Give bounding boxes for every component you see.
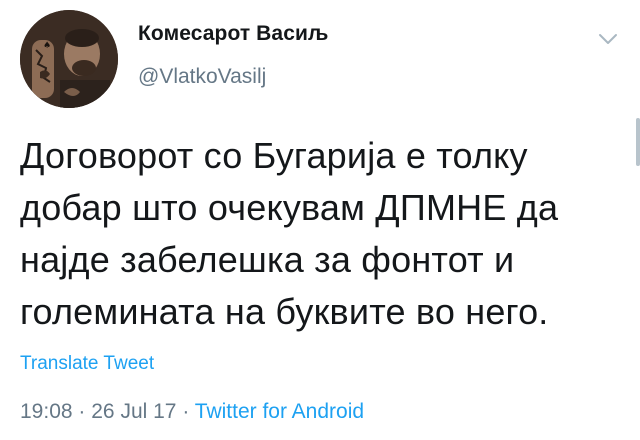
tweet-meta: 19:08 · 26 Jul 17 · Twitter for Android — [20, 400, 364, 424]
scrollbar[interactable] — [636, 118, 640, 166]
tweet-source-link[interactable]: Twitter for Android — [195, 400, 364, 423]
tweet-menu-button[interactable] — [597, 32, 619, 46]
tweet-text: Договорот со Бугарија е толку добар што … — [20, 135, 559, 332]
svg-text:♠: ♠ — [43, 41, 51, 51]
avatar[interactable]: ♠ — [20, 10, 118, 108]
tweet-card: ♠ Комесарот Васиљ @VlatkoVasilj Договоро… — [0, 0, 640, 440]
author-name-link[interactable]: Комесарот Васиљ — [138, 22, 328, 46]
meta-separator: · — [182, 400, 190, 423]
tweet-time[interactable]: 19:08 — [20, 400, 73, 423]
translate-tweet-link[interactable]: Translate Tweet — [20, 353, 154, 375]
chevron-down-icon — [599, 34, 617, 44]
avatar-photo: ♠ — [20, 10, 118, 108]
tweet-date[interactable]: 26 Jul 17 — [91, 400, 176, 423]
meta-separator: · — [78, 400, 86, 423]
user-handle[interactable]: @VlatkoVasilj — [138, 65, 266, 89]
display-name: Комесарот Васиљ — [138, 22, 329, 45]
